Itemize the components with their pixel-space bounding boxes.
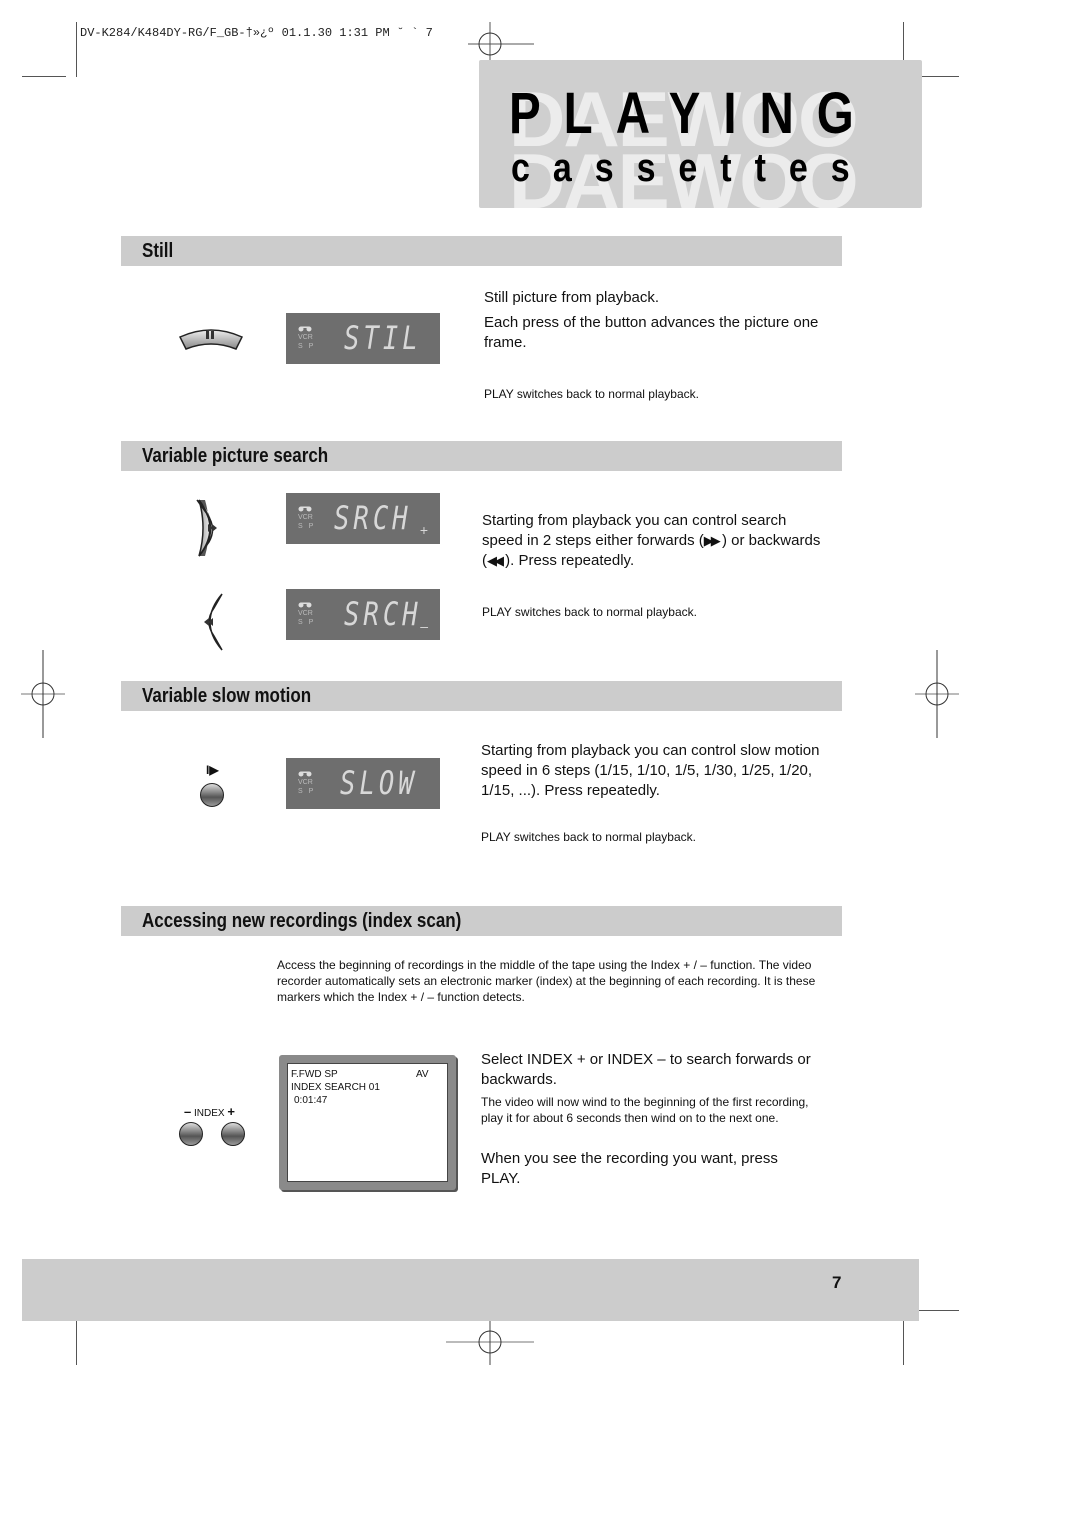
vcr-display-slow: VCR S P SLOW [286,758,440,809]
crop-mark [22,76,66,77]
rewind-icon: ◀◀ [487,553,504,568]
section-header-index: Accessing new recordings (index scan) [121,906,842,936]
osd-source: AV [416,1069,429,1080]
section-title: Variable slow motion [142,685,312,707]
display-sign: – [420,618,428,634]
vcr-indicator: VCR [298,334,313,341]
osd-index-search: INDEX SEARCH 01 [291,1082,380,1093]
index-button-label: – INDEX + [184,1104,235,1119]
crop-mark [76,22,77,77]
cassette-icon [298,506,312,512]
index-step-2: When you see the recording you want, pre… [481,1150,778,1187]
index-plus-button-icon [221,1122,245,1146]
slow-motion-button-icon [200,783,224,807]
display-sign: + [419,522,428,538]
page-number: 7 [832,1273,842,1292]
vcr-display-search-forward: VCR S P SRCH + [286,493,440,544]
registration-mark-right [915,650,959,738]
still-note: PLAY switches back to normal playback. [484,387,699,401]
section-title: Variable picture search [142,445,329,467]
registration-mark-left [21,650,65,738]
title-banner: DAEWOO DAEWOO PLAYING cassettes [479,60,922,208]
section-title: Accessing new recordings (index scan) [142,910,462,932]
search-text: Starting from playback you can control s… [482,511,827,571]
cassette-icon [298,771,312,777]
registration-mark-bottom [446,1320,534,1365]
rewind-button-icon [204,593,223,651]
cassette-icon [298,602,312,608]
vcr-indicator: VCR [298,779,313,786]
section-header-slow: Variable slow motion [121,681,842,711]
index-minus-label: – [184,1104,192,1119]
slow-text: Starting from playback you can control s… [481,742,820,799]
osd-counter: 0:01:47 [294,1095,328,1106]
vcr-indicator: VCR [298,514,313,521]
display-readout: STIL [344,319,422,357]
index-minus-button-icon [179,1122,203,1146]
still-text-1: Still picture from playback. [484,289,660,306]
index-intro: Access the beginning of recordings in th… [277,958,816,1004]
search-text-part: ). Press repeatedly. [501,552,635,569]
slow-note: PLAY switches back to normal playback. [481,830,696,844]
section-header-search: Variable picture search [121,441,842,471]
slow-motion-symbol: I▶ [206,763,219,777]
crop-mark [76,1320,77,1365]
section-title: Still [142,240,174,262]
display-readout: SRCH [334,499,412,537]
sp-indicator: S P [298,788,316,795]
tv-screen-osd: F.FWD SP AV INDEX SEARCH 01 0:01:47 [279,1055,456,1190]
page-title: PLAYING [509,81,877,146]
vcr-indicator: VCR [298,610,313,617]
cassette-icon [298,326,312,332]
sp-indicator: S P [298,343,316,350]
osd-screen: F.FWD SP AV INDEX SEARCH 01 0:01:47 [287,1063,448,1182]
fast-forward-icon: ▶▶ [703,533,721,548]
index-plus-label: + [227,1104,235,1119]
index-label: INDEX [194,1108,225,1119]
pause-button-icon [178,329,244,350]
crop-mark [915,1310,959,1311]
page-subtitle: cassettes [511,146,873,190]
sp-indicator: S P [298,523,316,530]
crop-mark [903,1320,904,1365]
display-readout: SRCH [344,595,422,633]
vcr-display-search-rewind: VCR S P SRCH – [286,589,440,640]
print-header: DV-K284/K484DY-RG/F_GB-†»¿º 01.1.30 1:31… [80,26,433,40]
footer-bar [22,1259,919,1321]
index-step-1-detail: The video will now wind to the beginning… [481,1095,809,1125]
osd-mode: F.FWD SP [291,1069,338,1080]
sp-indicator: S P [298,619,316,626]
display-readout: SLOW [340,764,418,802]
search-note: PLAY switches back to normal playback. [482,605,697,619]
crop-mark [903,22,904,64]
section-header-still: Still [121,236,842,266]
still-text-2: Each press of the button advances the pi… [484,314,819,351]
vcr-display-still: VCR S P STIL [286,313,440,364]
index-step-1: Select INDEX + or INDEX – to search forw… [481,1051,811,1088]
fast-forward-button-icon [196,499,217,557]
